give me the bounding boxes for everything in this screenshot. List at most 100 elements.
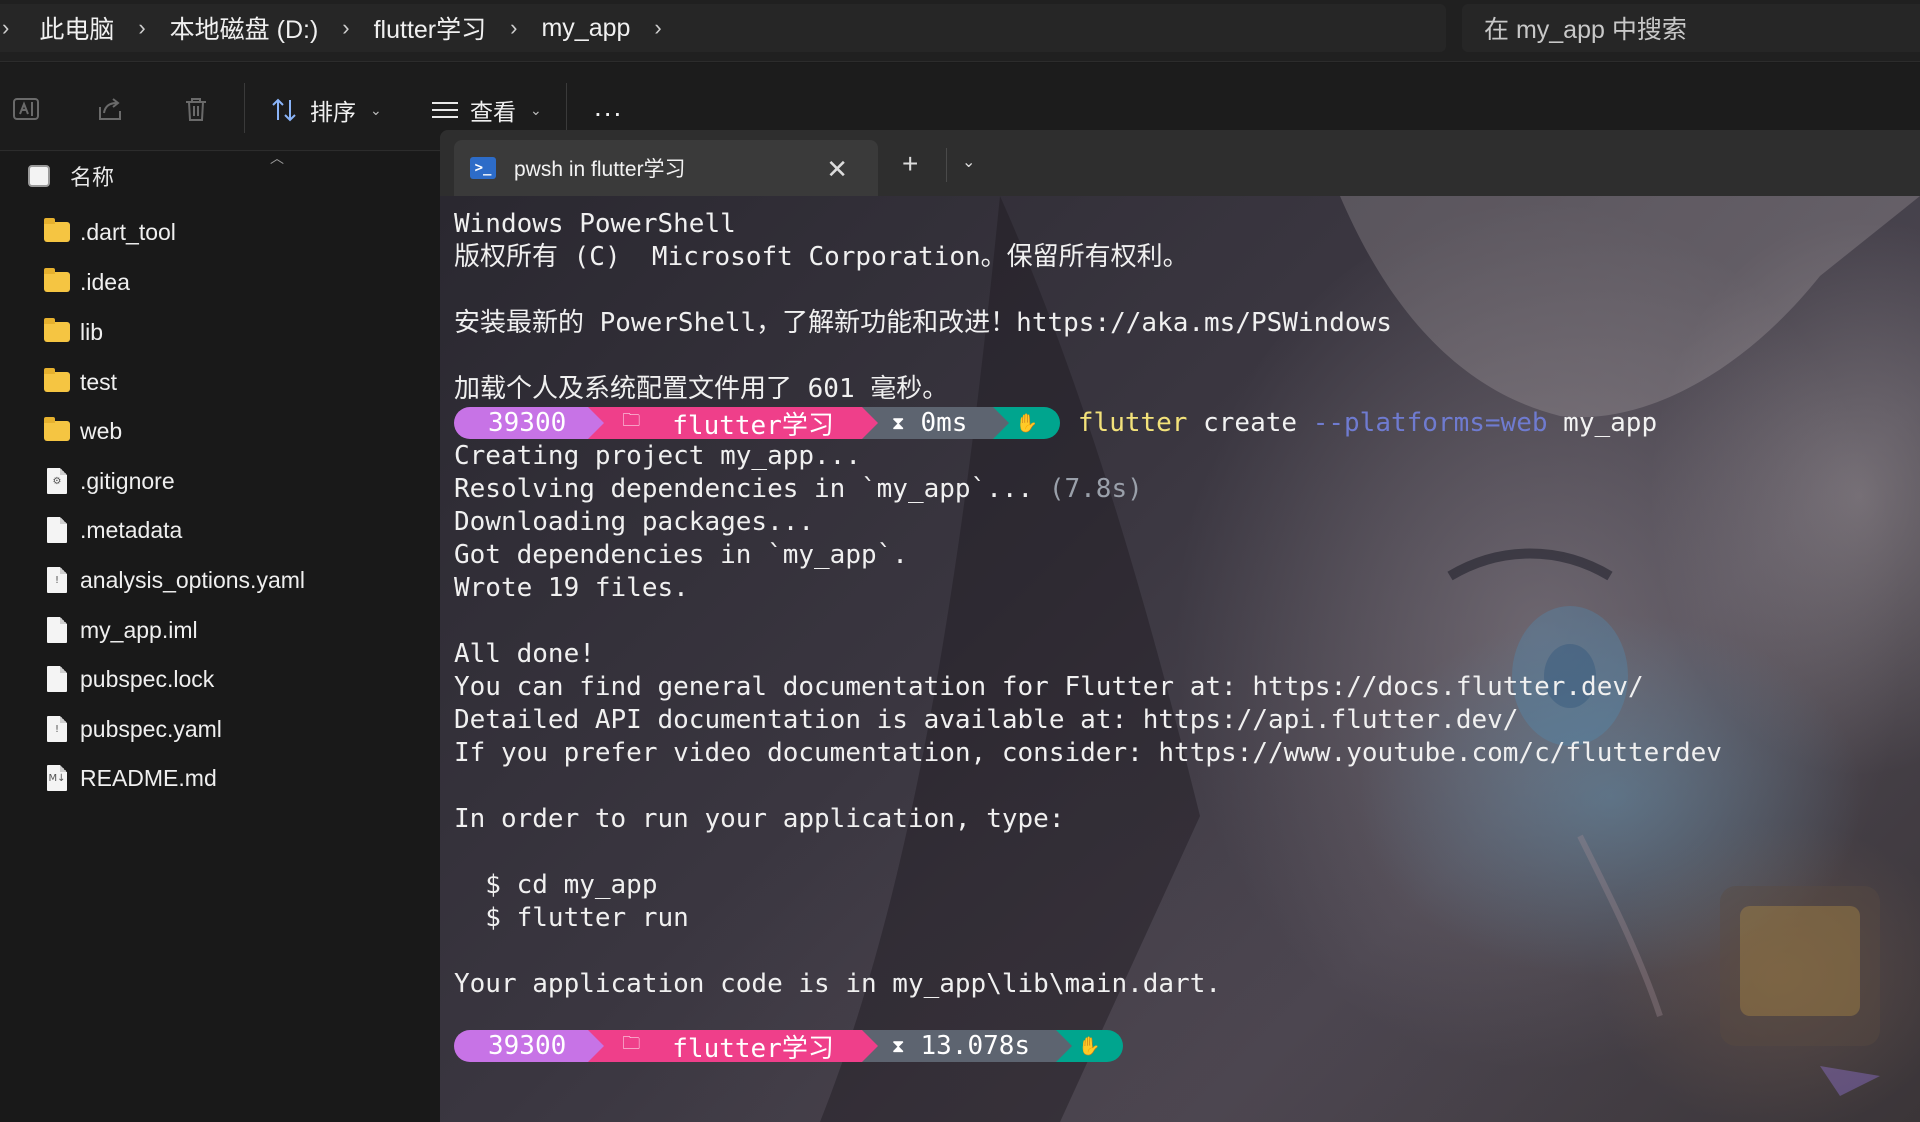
list-item[interactable]: .idea (44, 262, 130, 302)
timer-icon: ⧗ (891, 1035, 905, 1057)
chevron-down-icon: ⌄ (530, 101, 542, 118)
terminal-line: Creating project my_app... (454, 441, 861, 471)
tab-title: pwsh in flutter学习 (514, 158, 686, 181)
terminal-line: Downloading packages... (454, 507, 815, 537)
chevron-right-icon[interactable]: › (636, 15, 679, 41)
powershell-icon: >_ (470, 157, 496, 179)
prompt-folder: flutter学习 (672, 1033, 834, 1064)
prompt-folder: flutter学习 (672, 410, 834, 441)
view-label: 查看 (470, 99, 516, 125)
folder-icon (44, 268, 70, 292)
sort-caret-icon: ︿ (270, 150, 284, 166)
list-item[interactable]: test (44, 362, 117, 402)
timer-icon: ⧗ (891, 412, 905, 434)
chevron-right-icon[interactable]: › (120, 15, 163, 41)
list-item[interactable]: pubspec.lock (44, 659, 214, 699)
column-header-name[interactable]: ︿ 名称 (0, 150, 440, 200)
file-name: .metadata (80, 516, 183, 543)
prompt-segment-pid: 39300 (454, 407, 605, 439)
markdown-file-icon: M↓ (47, 765, 67, 791)
chevron-right-icon[interactable]: › (324, 15, 367, 41)
yaml-file-icon: ! (47, 567, 67, 593)
breadcrumb[interactable]: › 此电脑 › 本地磁盘 (D:) › flutter学习 › my_app › (0, 4, 1446, 52)
yaml-file-icon: ! (47, 716, 67, 742)
prompt-segment-folder: 🗀 flutter学习 (588, 407, 878, 441)
delete-icon[interactable] (180, 93, 212, 125)
list-item[interactable]: lib (44, 312, 103, 352)
terminal-line: In order to run your application, type: (454, 804, 1065, 834)
terminal-line: You can find general documentation for F… (454, 672, 1644, 702)
file-icon (47, 666, 67, 692)
rename-icon[interactable] (10, 93, 42, 125)
folder-outline-icon: 🗀 (622, 410, 641, 431)
folder-icon (44, 417, 70, 441)
list-item[interactable]: .dart_tool (44, 212, 176, 252)
breadcrumb-item-flutter[interactable]: flutter学习 (368, 10, 493, 46)
list-item[interactable]: ! analysis_options.yaml (44, 560, 305, 600)
chevron-right-icon[interactable]: › (492, 15, 535, 41)
prompt-time: 0ms (920, 408, 968, 438)
prompt-segment-time: ⧗ 13.078s (861, 1030, 1073, 1062)
select-all-checkbox[interactable] (28, 165, 50, 187)
new-tab-button[interactable]: + (902, 150, 918, 178)
sort-icon (272, 98, 296, 122)
folder-icon (44, 368, 70, 392)
share-icon[interactable] (94, 93, 126, 125)
list-item[interactable]: .metadata (44, 510, 182, 550)
file-name: .idea (80, 268, 130, 295)
view-button[interactable]: 查看 ⌄ (430, 93, 542, 127)
command-name: flutter (1077, 408, 1188, 438)
file-name: README.md (80, 764, 217, 791)
file-name: pubspec.yaml (80, 715, 222, 742)
terminal-line: Got dependencies in `my_app`. (454, 540, 908, 570)
settings-file-icon: ⚙ (47, 468, 67, 494)
breadcrumb-item-drive-d[interactable]: 本地磁盘 (D:) (164, 10, 325, 46)
search-input[interactable]: 在 my_app 中搜索 (1462, 4, 1920, 52)
search-placeholder: 在 my_app 中搜索 (1484, 16, 1687, 44)
terminal-line: Resolving dependencies in `my_app`... (7… (454, 473, 1143, 506)
status-hand-icon: ✋ (1078, 1035, 1101, 1057)
column-name-label: 名称 (70, 165, 115, 190)
toolbar-divider (244, 83, 245, 133)
close-icon[interactable]: ✕ (826, 154, 848, 185)
breadcrumb-item-my-app[interactable]: my_app (535, 14, 636, 43)
file-icon (47, 517, 67, 543)
folder-outline-icon: 🗀 (622, 1033, 641, 1054)
chevron-down-icon[interactable]: ⌄ (962, 152, 975, 172)
file-name: .gitignore (80, 467, 175, 494)
prompt-line[interactable]: 39300 🗀 flutter学习 ⧗ 13.078s ✋ (454, 1030, 1123, 1064)
toolbar-divider (566, 83, 567, 133)
terminal-line: Windows PowerShell (454, 209, 736, 239)
file-name: my_app.iml (80, 616, 198, 643)
sort-button[interactable]: 排序 ⌄ (270, 93, 382, 127)
command-arg: my_app (1563, 408, 1658, 438)
list-item[interactable]: web (44, 411, 122, 451)
chevron-right-icon[interactable]: › (0, 15, 33, 41)
tab-pwsh[interactable]: >_ pwsh in flutter学习 ✕ (454, 140, 878, 196)
chevron-down-icon: ⌄ (370, 101, 382, 118)
list-item[interactable]: ! pubspec.yaml (44, 709, 222, 749)
list-item[interactable]: my_app.iml (44, 610, 198, 650)
file-name: analysis_options.yaml (80, 566, 306, 593)
terminal-line: Detailed API documentation is available … (454, 705, 1519, 735)
address-bar: › 此电脑 › 本地磁盘 (D:) › flutter学习 › my_app ›… (0, 0, 1920, 62)
terminal-tab-bar: >_ pwsh in flutter学习 ✕ + ⌄ (440, 130, 1920, 196)
terminal-line: 版权所有 (C) Microsoft Corporation。保留所有权利。 (454, 242, 1189, 272)
terminal-line: All done! (454, 639, 595, 669)
terminal-line: $ cd my_app (454, 870, 658, 900)
breadcrumb-item-this-pc[interactable]: 此电脑 (33, 10, 120, 46)
resolve-time: (7.8s) (1048, 474, 1143, 504)
status-hand-icon: ✋ (1015, 412, 1038, 434)
prompt-pid: 39300 (488, 408, 567, 438)
terminal-line: 加载个人及系统配置文件用了 601 毫秒。 (454, 374, 949, 404)
file-name: lib (80, 318, 104, 345)
list-item[interactable]: ⚙ .gitignore (44, 461, 175, 501)
more-options-button[interactable]: ... (594, 93, 623, 121)
terminal-output[interactable]: Windows PowerShell 版权所有 (C) Microsoft Co… (440, 196, 1920, 1122)
file-list: ︿ 名称 .dart_tool .idea lib test web ⚙ .gi… (0, 150, 440, 1122)
tab-divider (946, 148, 947, 182)
folder-icon (44, 318, 70, 342)
file-name: .dart_tool (80, 218, 176, 245)
prompt-segment-time: ⧗ 0ms (861, 407, 1010, 439)
list-item[interactable]: M↓ README.md (44, 758, 217, 798)
